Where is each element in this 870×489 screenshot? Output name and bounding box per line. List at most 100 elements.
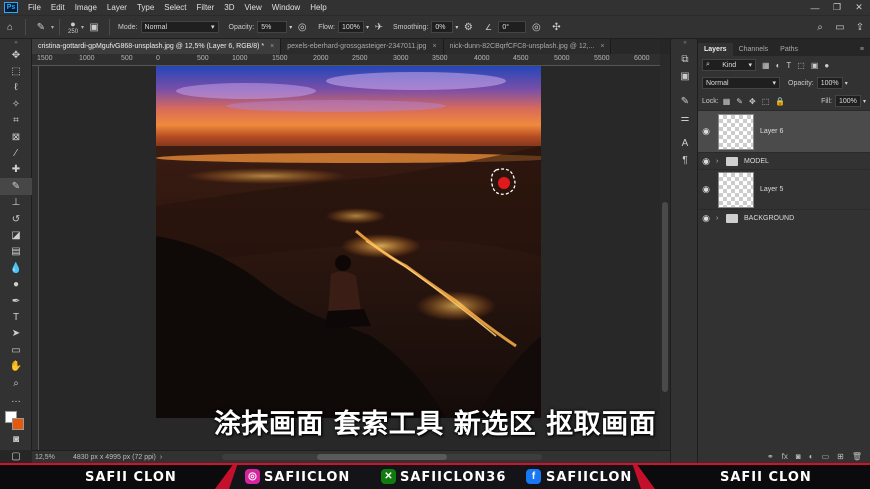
history-panel-icon[interactable]: ⧉ [671,51,699,68]
type-filter-icon[interactable]: T [786,61,791,70]
eye-icon[interactable]: ◉ [698,126,714,137]
blend-mode-select[interactable]: Normal ▾ [702,77,780,89]
close-icon[interactable]: × [270,43,274,50]
type-tool-icon[interactable]: T [0,309,32,325]
lock-position-icon[interactable]: ✥ [749,97,756,106]
frame-tool-icon[interactable]: ⊠ [0,129,32,145]
menu-select[interactable]: Select [159,3,191,12]
menu-window[interactable]: Window [267,3,305,12]
blur-tool-icon[interactable]: 💧 [0,260,32,276]
tab-channels[interactable]: Channels [733,43,775,56]
marquee-tool-icon[interactable]: ⬚ [0,63,32,79]
adjustment-filter-icon[interactable]: ◐ [776,61,781,70]
chevron-right-icon[interactable]: › [716,215,724,222]
eraser-tool-icon[interactable]: ◪ [0,227,32,243]
status-arrow-icon[interactable]: › [160,454,162,461]
brush-tool-preset-icon[interactable]: ✎ [34,20,48,34]
brush-panel-icon[interactable]: ✎ [671,93,699,110]
menu-file[interactable]: File [23,3,46,12]
chevron-right-icon[interactable]: › [716,158,724,165]
layer-row-background[interactable]: ◉ › BACKGROUND [698,209,870,226]
lock-artboard-icon[interactable]: ⬚ [762,97,770,106]
lasso-tool-icon[interactable]: ℓ [0,80,32,96]
vertical-scrollbar[interactable] [660,54,670,450]
brush-size-picker[interactable]: ● 250 [68,19,78,35]
actions-panel-icon[interactable]: ▣ [671,68,699,85]
layer-row-layer-5[interactable]: ◉ Layer 5 [698,169,870,209]
zoom-tool-icon[interactable]: ⌕ [0,375,32,391]
kind-filter-select[interactable]: ⌕ Kind ▾ [702,59,756,71]
history-brush-tool-icon[interactable]: ↺ [0,211,32,227]
healing-brush-tool-icon[interactable]: ✚ [0,162,32,178]
layer-row-model[interactable]: ◉ › MODEL [698,152,870,169]
move-tool-icon[interactable]: ✥ [0,47,32,63]
crop-tool-icon[interactable]: ⌗ [0,113,32,129]
menu-view[interactable]: View [240,3,267,12]
path-selection-tool-icon[interactable]: ➤ [0,326,32,342]
quick-select-tool-icon[interactable]: ✧ [0,96,32,112]
adjustment-layer-icon[interactable]: ◐ [809,452,814,461]
pressure-opacity-icon[interactable]: ◎ [295,20,309,34]
close-icon[interactable]: × [600,43,604,50]
brush-tool-icon[interactable]: ✎ [0,178,32,195]
home-icon[interactable]: ⌂ [3,20,17,34]
smart-object-filter-icon[interactable]: ▣ [811,61,819,70]
dodge-tool-icon[interactable]: ● [0,276,32,292]
lock-pixels-icon[interactable]: ▦ [723,97,731,106]
collapse-icon[interactable]: « [671,39,699,47]
smoothing-field[interactable]: 0% [431,21,454,33]
adjustments-panel-icon[interactable]: ⚌ [671,110,699,127]
document-image[interactable] [156,66,541,418]
paragraph-panel-icon[interactable]: ¶ [671,152,699,169]
flow-field[interactable]: 100% [337,21,364,33]
add-mask-icon[interactable]: ◙ [796,452,801,461]
gradient-tool-icon[interactable]: ▤ [0,244,32,260]
menu-3d[interactable]: 3D [219,3,239,12]
rectangle-tool-icon[interactable]: ▭ [0,342,32,358]
lock-all-icon[interactable]: 🔒 [775,97,785,106]
clone-stamp-tool-icon[interactable]: ⊥ [0,195,32,211]
search-icon[interactable]: ⌕ [813,20,827,34]
close-icon[interactable]: × [432,43,436,50]
link-layers-icon[interactable]: ⚭ [767,452,774,461]
opacity-field[interactable]: 5% [257,21,288,33]
eye-icon[interactable]: ◉ [698,156,714,167]
workspace-icon[interactable]: ▭ [833,20,847,34]
close-button[interactable]: ✕ [848,0,870,15]
airbrush-icon[interactable]: ✈ [372,20,386,34]
menu-filter[interactable]: Filter [192,3,220,12]
menu-image[interactable]: Image [70,3,102,12]
hand-tool-icon[interactable]: ✋ [0,358,32,374]
scroll-thumb[interactable] [317,454,448,460]
menu-edit[interactable]: Edit [46,3,70,12]
layer-row-layer-6[interactable]: ◉ Layer 6 [698,110,870,152]
menu-layer[interactable]: Layer [102,3,132,12]
tab-document-3[interactable]: nick-dunn-82CBqrfCFC8-unsplash.jpg @ 12,… [443,39,612,54]
tab-document-2[interactable]: pexels-eberhard-grossgasteiger-2347011.j… [281,39,444,54]
eye-icon[interactable]: ◉ [698,184,714,195]
document-size[interactable]: 4830 px x 4995 px (72 ppi) [73,454,156,461]
horizontal-scrollbar[interactable] [222,454,543,460]
eye-icon[interactable]: ◉ [698,213,714,224]
angle-field[interactable]: 0° [498,21,527,33]
eyedropper-tool-icon[interactable]: ⁄ [0,145,32,161]
character-panel-icon[interactable]: A [671,135,699,152]
panel-menu-icon[interactable]: ≡ [854,43,870,56]
lock-brush-icon[interactable]: ✎ [736,97,743,106]
zoom-level[interactable]: 12,5% [35,454,63,461]
collapse-icon[interactable]: » [0,39,32,47]
fx-icon[interactable]: fx [782,452,788,461]
tab-layers[interactable]: Layers [698,43,733,56]
symmetry-icon[interactable]: ✣ [549,20,563,34]
menu-help[interactable]: Help [305,3,331,12]
filter-toggle-icon[interactable]: ● [824,61,829,70]
minimize-button[interactable]: — [804,0,826,15]
brush-settings-icon[interactable]: ▣ [87,20,101,34]
fill-field[interactable]: 100% [834,95,861,107]
screen-mode-icon[interactable]: ▢ [0,448,32,464]
pressure-size-icon[interactable]: ◎ [529,20,543,34]
menu-type[interactable]: Type [132,3,159,12]
trash-icon[interactable]: 🗑 [852,452,862,461]
shape-filter-icon[interactable]: ⬚ [797,61,805,70]
restore-button[interactable]: ❐ [826,0,848,15]
